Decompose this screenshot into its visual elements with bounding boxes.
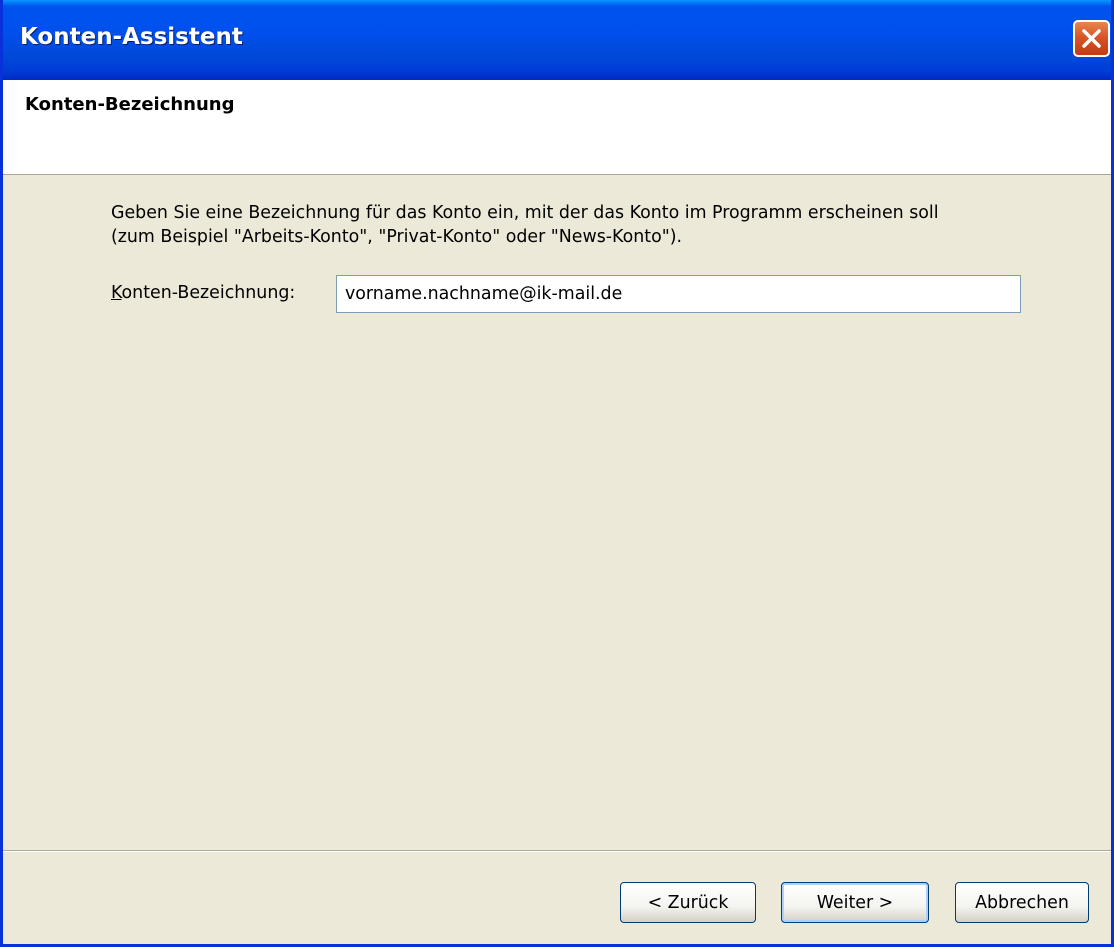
wizard-content: Geben Sie eine Bezeichnung für das Konto… (3, 175, 1111, 850)
back-button[interactable]: < Zurück (620, 882, 756, 923)
close-button[interactable] (1073, 20, 1110, 57)
account-name-label-text: onten-Bezeichnung: (121, 283, 296, 303)
account-name-label: Konten-Bezeichnung: (111, 283, 295, 303)
button-area-separator (3, 850, 1111, 852)
instruction-line-2: (zum Beispiel "Arbeits-Konto", "Privat-K… (111, 227, 683, 247)
wizard-header: Konten-Bezeichnung (3, 80, 1111, 175)
instruction-text: Geben Sie eine Bezeichnung für das Konto… (111, 201, 1071, 249)
title-bar[interactable]: Konten-Assistent (3, 0, 1111, 80)
window-title: Konten-Assistent (20, 24, 243, 50)
page-title: Konten-Bezeichnung (25, 94, 235, 115)
account-name-label-accelerator: K (111, 283, 122, 303)
account-name-input[interactable] (336, 275, 1021, 313)
next-button[interactable]: Weiter > (781, 882, 929, 923)
cancel-button[interactable]: Abbrechen (955, 882, 1089, 923)
close-icon (1082, 29, 1101, 48)
instruction-line-1: Geben Sie eine Bezeichnung für das Konto… (111, 203, 939, 223)
wizard-window: Konten-Assistent Konten-Bezeichnung Gebe… (0, 0, 1114, 947)
